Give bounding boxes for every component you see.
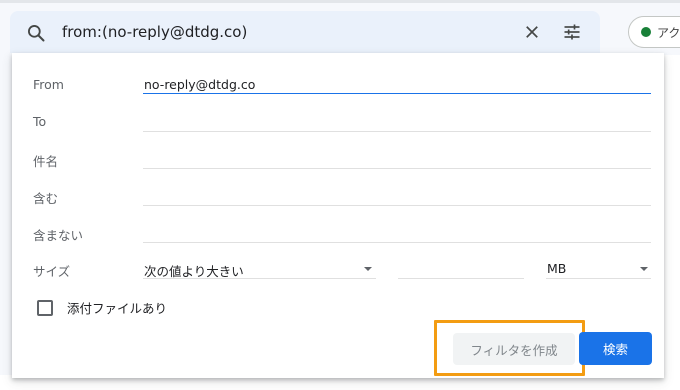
subject-field[interactable] (143, 168, 651, 169)
advanced-search-panel: From no-reply@dtdg.co To 件名 含む 含まない サイズ … (12, 53, 664, 378)
to-field[interactable] (143, 131, 651, 145)
size-unit-select[interactable]: MB (547, 261, 566, 276)
top-divider (0, 0, 680, 3)
create-filter-button[interactable]: フィルタを作成 (453, 333, 575, 365)
to-label: To (33, 114, 47, 129)
size-unit-underline (546, 278, 651, 279)
size-value-input[interactable] (398, 261, 524, 277)
size-label: サイズ (33, 264, 71, 279)
from-field-underline (143, 93, 651, 94)
status-label: アク (657, 26, 680, 40)
search-button[interactable]: 検索 (579, 332, 652, 365)
status-dot-icon (641, 27, 651, 37)
status-chip[interactable]: アク (628, 16, 680, 48)
tune-icon[interactable] (562, 22, 582, 42)
has-words-field[interactable] (143, 205, 651, 206)
size-value-underline (398, 278, 524, 279)
attachment-label: 添付ファイルあり (67, 301, 168, 316)
no-words-label: 含まない (33, 228, 84, 243)
close-icon[interactable] (523, 23, 541, 41)
to-field-underline (143, 131, 651, 132)
from-field[interactable]: no-reply@dtdg.co (144, 77, 255, 92)
has-words-label: 含む (33, 191, 59, 206)
chevron-down-icon (640, 267, 648, 271)
attachment-checkbox[interactable] (37, 300, 53, 316)
no-words-field[interactable] (143, 242, 651, 243)
subject-label: 件名 (33, 154, 59, 169)
size-operator-underline (143, 278, 376, 279)
search-icon[interactable] (26, 23, 46, 43)
search-input[interactable]: from:(no-reply@dtdg.co) (62, 23, 247, 41)
from-label: From (33, 77, 64, 92)
chevron-down-icon (364, 267, 372, 271)
